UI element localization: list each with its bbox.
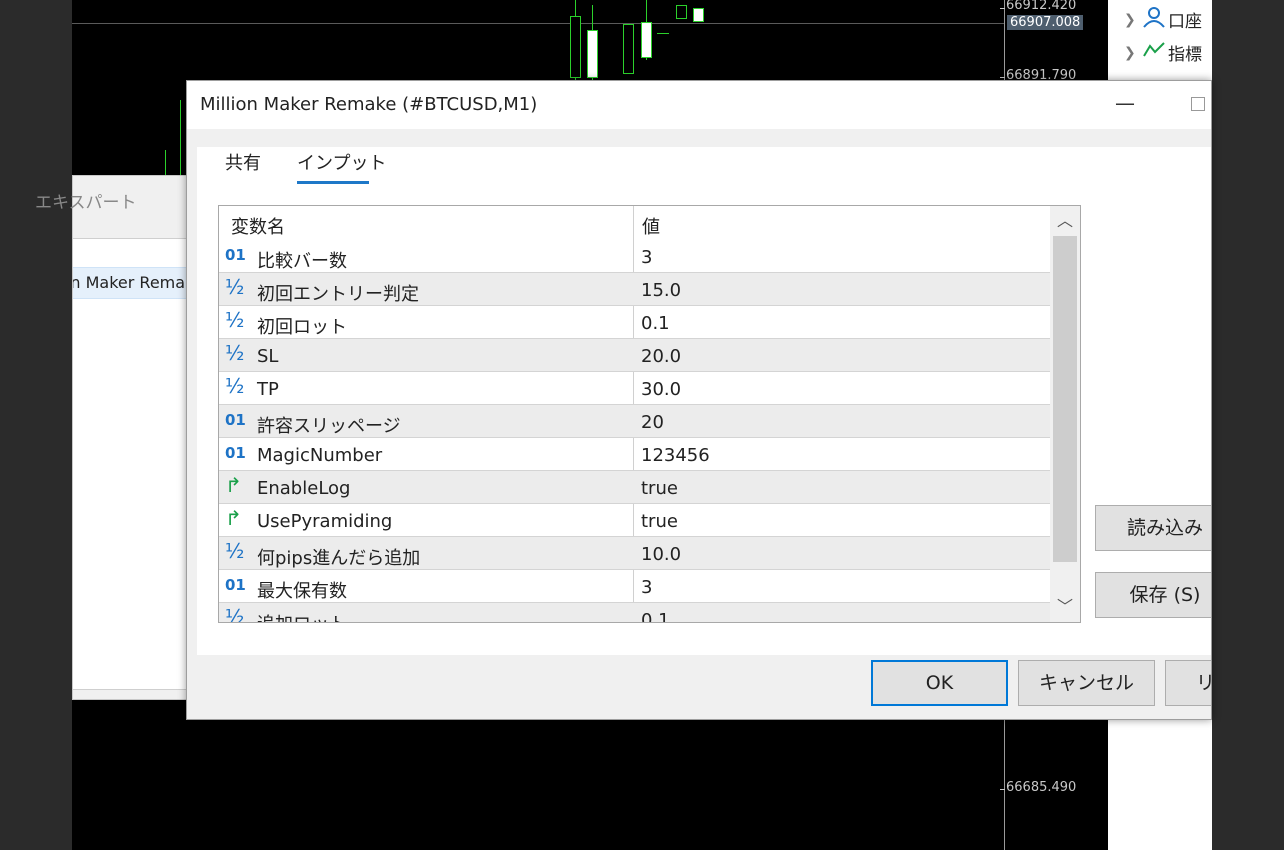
list-item-label: Million Maker Remake: [73, 273, 189, 292]
double-type-icon: ½: [225, 374, 245, 398]
candle: [587, 30, 598, 78]
param-row[interactable]: 01 MagicNumber 123456: [219, 438, 1050, 471]
chevron-right-icon[interactable]: ❯: [1124, 45, 1142, 61]
inputs-grid: 変数名 値 01 比較バー数 3 ½ 初回エントリー判定 15.0 ½ 初回ロッ…: [218, 205, 1081, 623]
scroll-up-icon[interactable]: ︿: [1050, 206, 1080, 236]
param-value[interactable]: true: [641, 511, 678, 532]
grid-header: 変数名 値: [219, 206, 1050, 239]
param-value[interactable]: 15.0: [641, 280, 681, 301]
param-name: 初回ロット: [257, 317, 347, 338]
param-row[interactable]: 01 比較バー数 3: [219, 240, 1050, 273]
letterbox-left: [0, 0, 72, 850]
param-value[interactable]: 0.1: [641, 610, 670, 622]
candle-wick: [180, 100, 181, 180]
param-name: TP: [257, 379, 279, 400]
double-type-icon: ½: [225, 308, 245, 332]
active-tab-indicator: [297, 181, 369, 184]
bool-type-icon: ↱: [225, 506, 242, 530]
param-row[interactable]: ↱ UsePyramiding true: [219, 504, 1050, 537]
int-type-icon: 01: [225, 444, 246, 462]
price-tick: [1000, 789, 1005, 790]
current-price-label: 66907.008: [1007, 15, 1084, 30]
minimize-button[interactable]: —: [1115, 91, 1135, 117]
scroll-down-icon[interactable]: ﹀: [1050, 592, 1080, 622]
column-header-variable[interactable]: 変数名: [231, 213, 285, 239]
scroll-thumb[interactable]: [1053, 236, 1077, 562]
param-name: MagicNumber: [257, 445, 383, 466]
param-row[interactable]: ½ TP 30.0: [219, 372, 1050, 405]
tab-inputs[interactable]: インプット: [297, 149, 386, 175]
vertical-scrollbar[interactable]: ︿ ﹀: [1050, 206, 1080, 622]
navigator-item-accounts[interactable]: ❯ 口座: [1124, 6, 1202, 33]
param-row[interactable]: ½ SL 20.0: [219, 339, 1050, 372]
param-value[interactable]: 3: [641, 577, 652, 598]
param-value[interactable]: 20: [641, 412, 664, 433]
param-name: 比較バー数: [257, 251, 347, 272]
param-row[interactable]: ↱ EnableLog true: [219, 471, 1050, 504]
param-row[interactable]: ½ 初回エントリー判定 15.0: [219, 273, 1050, 306]
double-type-icon: ½: [225, 605, 245, 623]
param-name: SL: [257, 346, 279, 367]
param-row[interactable]: ½ 追加ロット 0.1: [219, 603, 1050, 623]
dialog-title: Million Maker Remake (#BTCUSD,M1): [200, 94, 538, 115]
candle: [623, 24, 634, 74]
candle: [570, 16, 581, 78]
param-name: 初回エントリー判定: [257, 284, 419, 305]
price-tick: [1000, 77, 1005, 78]
save-button[interactable]: 保存 (S): [1095, 572, 1211, 618]
window-title: エキスパート: [35, 193, 137, 213]
double-type-icon: ½: [225, 539, 245, 563]
param-value[interactable]: 20.0: [641, 346, 681, 367]
letterbox-right: [1212, 0, 1284, 850]
ea-properties-dialog: Million Maker Remake (#BTCUSD,M1) — 共有 イ…: [186, 80, 1212, 720]
param-name: 何pips進んだら追加: [257, 548, 421, 569]
param-value[interactable]: 3: [641, 247, 652, 268]
param-row[interactable]: 01 最大保有数 3: [219, 570, 1050, 603]
param-row[interactable]: ½ 何pips進んだら追加 10.0: [219, 537, 1050, 570]
param-name: UsePyramiding: [257, 511, 393, 532]
candle: [676, 5, 687, 19]
int-type-icon: 01: [225, 246, 246, 264]
cancel-button[interactable]: キャンセル: [1018, 660, 1155, 706]
param-value[interactable]: true: [641, 478, 678, 499]
bid-line: [72, 23, 1004, 24]
accounts-icon: [1142, 6, 1168, 33]
price-label: 66685.490: [1006, 780, 1077, 795]
candle-wick: [657, 33, 669, 34]
expert-window: エキスパート Million Maker Remake: [35, 175, 189, 700]
param-name: 追加ロット: [257, 610, 347, 622]
double-type-icon: ½: [225, 275, 245, 299]
int-type-icon: 01: [225, 576, 246, 594]
indicators-icon: [1142, 40, 1168, 65]
expert-list: Million Maker Remake: [73, 238, 189, 690]
title-bar[interactable]: Million Maker Remake (#BTCUSD,M1) —: [187, 81, 1211, 129]
candle: [641, 22, 652, 58]
double-type-icon: ½: [225, 341, 245, 365]
price-tick: [1000, 8, 1005, 9]
column-header-value[interactable]: 値: [642, 213, 660, 239]
chevron-right-icon[interactable]: ❯: [1124, 12, 1142, 28]
candle: [693, 8, 704, 22]
param-row[interactable]: ½ 初回ロット 0.1: [219, 306, 1050, 339]
load-button[interactable]: 読み込み: [1095, 505, 1211, 551]
param-value[interactable]: 0.1: [641, 313, 670, 334]
int-type-icon: 01: [225, 411, 246, 429]
list-item[interactable]: Million Maker Remake: [73, 267, 189, 299]
param-name: 最大保有数: [257, 581, 347, 602]
price-label: 66912.420: [1006, 0, 1077, 13]
navigator-item-indicators[interactable]: ❯ 指標: [1124, 40, 1202, 65]
reset-button[interactable]: リセット: [1165, 660, 1211, 706]
param-value[interactable]: 10.0: [641, 544, 681, 565]
maximize-button[interactable]: [1191, 97, 1205, 111]
param-name: EnableLog: [257, 478, 351, 499]
param-value[interactable]: 30.0: [641, 379, 681, 400]
navigator-item-label: 指標: [1168, 45, 1202, 65]
param-name: 許容スリッページ: [257, 416, 401, 437]
ok-button[interactable]: OK: [871, 660, 1008, 706]
bool-type-icon: ↱: [225, 473, 242, 497]
param-value[interactable]: 123456: [641, 445, 710, 466]
navigator-item-label: 口座: [1168, 12, 1202, 32]
param-row[interactable]: 01 許容スリッページ 20: [219, 405, 1050, 438]
tab-common[interactable]: 共有: [225, 149, 261, 175]
